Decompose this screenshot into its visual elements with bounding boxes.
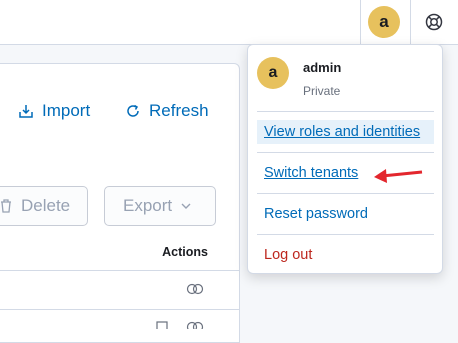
main-panel: Import Refresh Delete Export Actions — [0, 63, 240, 343]
delete-button[interactable]: Delete — [0, 186, 88, 226]
export-label: Export — [123, 196, 173, 215]
menu-divider — [257, 152, 434, 153]
user-avatar: a — [257, 57, 289, 89]
top-header-bar: a — [0, 0, 458, 45]
user-avatar-initial: a — [268, 64, 278, 81]
menu-divider — [257, 234, 434, 235]
import-label: Import — [42, 101, 91, 120]
annotation-arrow — [374, 169, 423, 183]
header-divider — [360, 0, 361, 45]
actions-column-header: Actions — [162, 245, 208, 259]
delete-label: Delete — [21, 196, 71, 215]
user-avatar-initial: a — [379, 12, 389, 31]
edit-icon[interactable] — [156, 321, 168, 329]
view-roles-link[interactable]: View roles and identities — [257, 120, 434, 144]
help-lifebuoy-icon[interactable] — [424, 12, 444, 32]
menu-divider — [257, 111, 434, 112]
toggle-icon[interactable] — [186, 283, 204, 295]
log-out-link[interactable]: Log out — [257, 243, 434, 267]
toggle-icon[interactable] — [186, 321, 204, 329]
refresh-button[interactable]: Refresh — [125, 101, 209, 121]
import-icon — [19, 105, 33, 118]
user-menu-popover: a admin Private View roles and identitie… — [247, 44, 443, 274]
trash-icon — [1, 199, 11, 213]
table-header: Actions — [0, 235, 239, 271]
import-button[interactable]: Import — [18, 101, 90, 121]
user-avatar-button[interactable]: a — [368, 6, 400, 38]
refresh-label: Refresh — [149, 101, 209, 120]
table-row-divider — [0, 309, 239, 310]
export-button[interactable]: Export — [104, 186, 216, 226]
chevron-down-icon — [181, 203, 191, 209]
username-label: admin — [303, 60, 342, 75]
menu-divider — [257, 193, 434, 194]
current-tenant-label: Private — [303, 84, 341, 98]
refresh-icon — [127, 104, 139, 117]
header-divider — [410, 0, 411, 45]
reset-password-link[interactable]: Reset password — [257, 202, 434, 226]
